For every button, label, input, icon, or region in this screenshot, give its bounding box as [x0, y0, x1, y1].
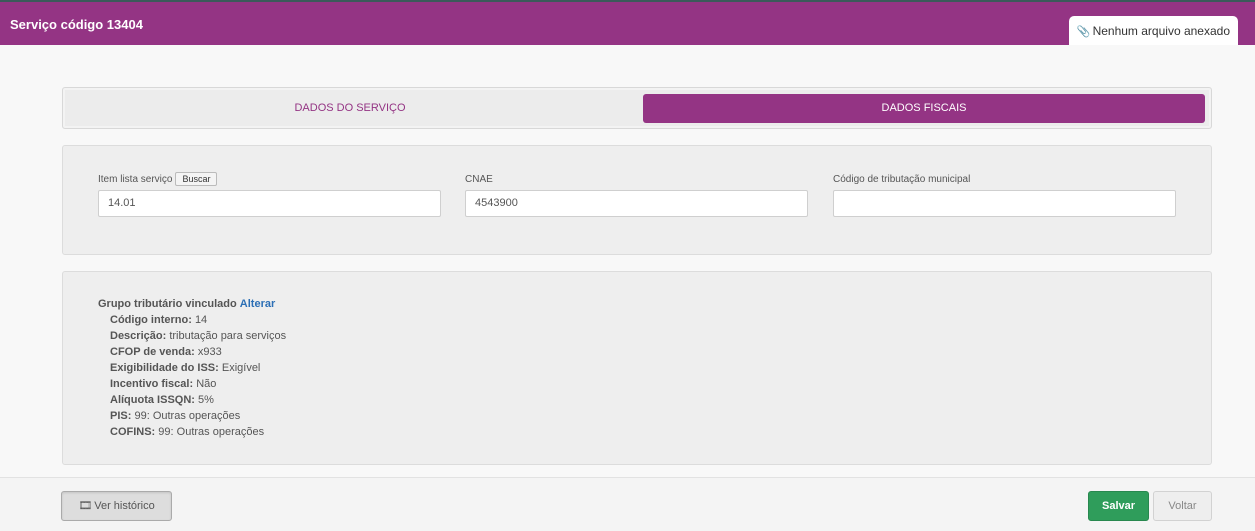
item-lista-label: Item lista serviço Buscar — [98, 172, 441, 188]
codigo-tributacao-label: Código de tributação municipal — [833, 174, 971, 185]
film-icon: 🎞 — [78, 500, 93, 512]
ver-historico-button[interactable]: 🎞 Ver histórico — [61, 491, 172, 521]
info-exigibilidade-iss: Exigibilidade do ISS: Exigível — [110, 362, 261, 374]
top-bar: Serviço código 13404 📎 Nenhum arquivo ane… — [0, 0, 1255, 47]
info-codigo-interno: Código interno: 14 — [110, 314, 208, 326]
attachment-label: Nenhum arquivo anexado — [1092, 24, 1230, 38]
item-lista-input[interactable]: 14.01 — [98, 190, 441, 217]
info-descricao: Descrição: tributação para serviços — [110, 330, 287, 342]
main-content: DADOS DO SERVIÇO DADOS FISCAIS Item list… — [0, 45, 1255, 477]
grupo-heading: Grupo tributário vinculado — [98, 298, 237, 310]
codigo-tributacao-input[interactable] — [833, 190, 1176, 217]
buscar-button[interactable]: Buscar — [175, 172, 218, 187]
tab-dados-do-servico[interactable]: DADOS DO SERVIÇO — [69, 94, 631, 123]
grupo-tributario-info: Grupo tributário vinculado Alterar Códig… — [98, 296, 286, 440]
cnae-input[interactable]: 4543900 — [465, 190, 808, 217]
paperclip-icon: 📎 — [1076, 26, 1091, 38]
info-pis: PIS: 99: Outras operações — [110, 410, 241, 422]
attachment-tab[interactable]: 📎 Nenhum arquivo anexado — [1068, 16, 1238, 47]
tab-bar: DADOS DO SERVIÇO DADOS FISCAIS — [62, 87, 1212, 129]
item-lista-field: Item lista serviço Buscar 14.01 — [98, 172, 441, 217]
info-cofins: COFINS: 99: Outras operações — [110, 426, 265, 438]
salvar-button[interactable]: Salvar — [1088, 491, 1149, 521]
footer-bar: 🎞 Ver histórico Salvar Voltar — [0, 477, 1255, 531]
cnae-field: CNAE 4543900 — [465, 172, 808, 217]
alterar-link[interactable]: Alterar — [240, 298, 275, 310]
page-title: Serviço código 13404 — [10, 17, 143, 32]
cnae-label: CNAE — [465, 174, 493, 185]
voltar-button[interactable]: Voltar — [1153, 491, 1212, 521]
codigo-tributacao-field: Código de tributação municipal — [833, 172, 1176, 217]
tab-dados-fiscais[interactable]: DADOS FISCAIS — [643, 94, 1205, 123]
grupo-tributario-panel: Grupo tributário vinculado Alterar Códig… — [62, 271, 1212, 465]
info-incentivo-fiscal: Incentivo fiscal: Não — [110, 378, 217, 390]
fiscal-fields-panel: Item lista serviço Buscar 14.01 CNAE 4543… — [62, 145, 1212, 255]
info-cfop-venda: CFOP de venda: x933 — [110, 346, 222, 358]
grupo-heading-row: Grupo tributário vinculado Alterar — [98, 296, 286, 312]
info-aliquota-issqn: Alíquota ISSQN: 5% — [110, 394, 214, 406]
